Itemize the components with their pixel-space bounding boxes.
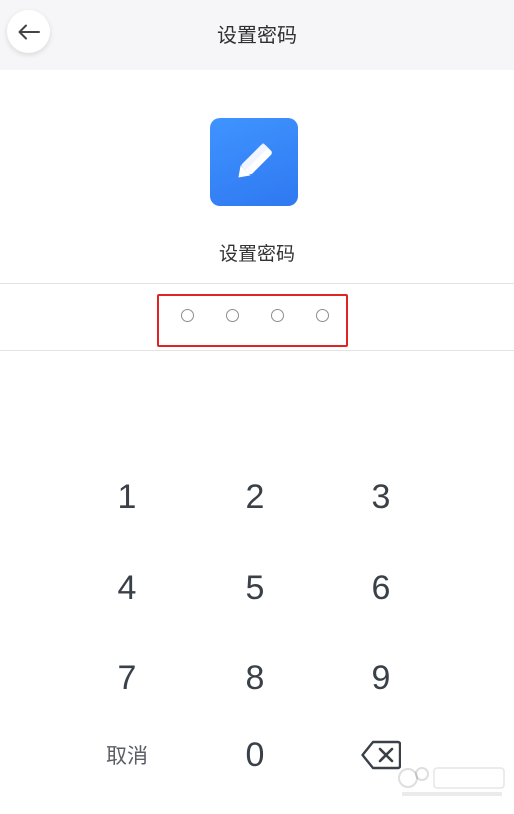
- pin-dot-3: [271, 309, 284, 322]
- baidu-watermark: [398, 767, 505, 796]
- divider: [0, 283, 514, 284]
- app-logo: [210, 118, 298, 206]
- pin-dot-4: [316, 309, 329, 322]
- key-7[interactable]: 7: [67, 646, 187, 710]
- key-8[interactable]: 8: [195, 646, 315, 710]
- pencil-edit-icon: [238, 142, 272, 178]
- key-4[interactable]: 4: [67, 556, 187, 620]
- key-6[interactable]: 6: [321, 556, 441, 620]
- page-title: 设置密码: [217, 23, 297, 47]
- key-9[interactable]: 9: [321, 646, 441, 710]
- key-1[interactable]: 1: [67, 465, 187, 529]
- backspace-icon: [361, 740, 401, 770]
- key-2[interactable]: 2: [195, 465, 315, 529]
- divider: [0, 350, 514, 351]
- key-0[interactable]: 0: [195, 723, 315, 787]
- cancel-button[interactable]: 取消: [67, 723, 187, 787]
- prompt-label: 设置密码: [218, 243, 295, 265]
- key-5[interactable]: 5: [195, 556, 315, 620]
- top-bar: 设置密码: [0, 0, 514, 70]
- key-3[interactable]: 3: [321, 465, 441, 529]
- pin-dot-1: [181, 309, 194, 322]
- pin-dot-2: [226, 309, 239, 322]
